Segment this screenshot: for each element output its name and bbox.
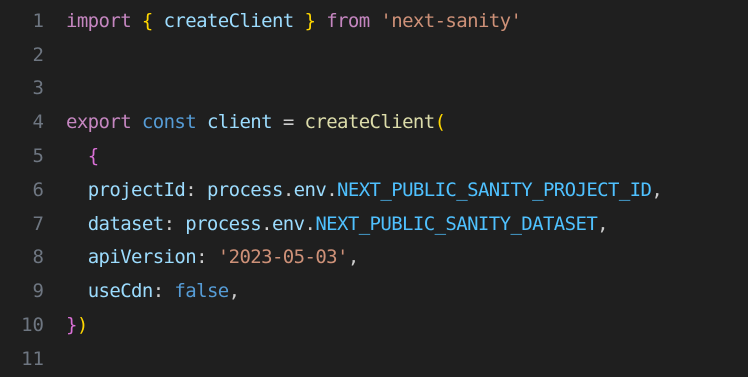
code-token: process — [185, 212, 262, 235]
code-text[interactable]: import { createClient } from 'next-sanit… — [66, 9, 522, 32]
line-number: 6 — [32, 178, 44, 201]
code-token: client — [206, 111, 273, 134]
code-token: createClient — [163, 9, 295, 32]
code-token: , — [347, 246, 359, 269]
line-number: 11 — [21, 347, 44, 370]
code-token: , — [651, 178, 663, 201]
code-token: process — [206, 178, 283, 201]
code-token: { — [87, 145, 99, 168]
code-token: : — [196, 246, 218, 269]
line-number: 7 — [32, 212, 44, 235]
code-token: { — [141, 9, 153, 32]
code-line[interactable]: 7 dataset: process.env.NEXT_PUBLIC_SANIT… — [0, 207, 748, 241]
line-number: 1 — [32, 9, 44, 32]
code-token: NEXT_PUBLIC_SANITY_DATASET — [315, 212, 598, 235]
code-text[interactable]: }) — [66, 314, 88, 336]
code-token: : — [152, 280, 175, 303]
code-token: 'next-sanity' — [380, 9, 522, 32]
code-token: from — [326, 9, 370, 32]
code-token: NEXT_PUBLIC_SANITY_PROJECT_ID — [337, 178, 652, 201]
code-token: , — [228, 280, 240, 303]
code-text[interactable]: useCdn: false, — [66, 280, 240, 303]
code-token: createClient — [304, 111, 436, 134]
code-token: , — [597, 212, 609, 235]
code-line[interactable]: 6 projectId: process.env.NEXT_PUBLIC_SAN… — [0, 173, 748, 207]
code-editor[interactable]: 1 import { createClient } from 'next-sani… — [0, 0, 748, 377]
code-token: env — [293, 178, 327, 201]
code-token: apiVersion — [87, 246, 197, 269]
code-token: '2023-05-03' — [217, 246, 349, 269]
code-line[interactable]: 3 — [0, 72, 748, 106]
code-text[interactable]: projectId: process.env.NEXT_PUBLIC_SANIT… — [66, 178, 663, 201]
line-number: 3 — [32, 77, 44, 100]
code-token: . — [304, 212, 316, 235]
line-number: 4 — [32, 111, 44, 134]
code-token: : — [185, 178, 207, 201]
line-number: 10 — [21, 314, 44, 337]
code-line[interactable]: 8 apiVersion: '2023-05-03', — [0, 241, 748, 275]
line-number: 5 — [32, 145, 44, 168]
line-number: 2 — [32, 43, 44, 66]
code-token: . — [261, 212, 272, 235]
code-text[interactable]: { — [66, 145, 99, 167]
code-token: useCdn — [87, 280, 154, 303]
code-token: false — [174, 280, 229, 303]
code-token: ( — [434, 111, 446, 134]
code-line[interactable]: 9 useCdn: false, — [0, 274, 748, 308]
code-token: const — [141, 111, 197, 134]
code-text[interactable]: apiVersion: '2023-05-03', — [66, 246, 360, 269]
line-number: 9 — [32, 280, 44, 303]
code-line[interactable]: 1 import { createClient } from 'next-sani… — [0, 4, 748, 38]
code-line[interactable]: 10}) — [0, 308, 748, 342]
code-text[interactable]: dataset: process.env.NEXT_PUBLIC_SANITY_… — [66, 212, 609, 235]
code-token: dataset — [87, 212, 164, 235]
code-line[interactable]: 11 — [0, 342, 748, 376]
code-token: . — [282, 178, 294, 201]
code-token: : — [163, 212, 186, 235]
code-text[interactable]: export const client = createClient( — [66, 111, 446, 134]
line-number: 8 — [32, 246, 44, 269]
code-token: import — [66, 9, 132, 32]
code-line[interactable]: 5 { — [0, 139, 748, 173]
code-token: = — [271, 111, 305, 134]
code-token: ) — [76, 314, 88, 337]
code-token: env — [271, 212, 305, 235]
code-token: export — [66, 111, 132, 134]
code-token: projectId — [87, 178, 186, 201]
code-line[interactable]: 4 export const client = createClient( — [0, 105, 748, 139]
code-token: } — [66, 314, 77, 337]
code-line[interactable]: 2 — [0, 38, 748, 72]
code-token: } — [304, 9, 316, 32]
code-token: . — [326, 178, 338, 201]
